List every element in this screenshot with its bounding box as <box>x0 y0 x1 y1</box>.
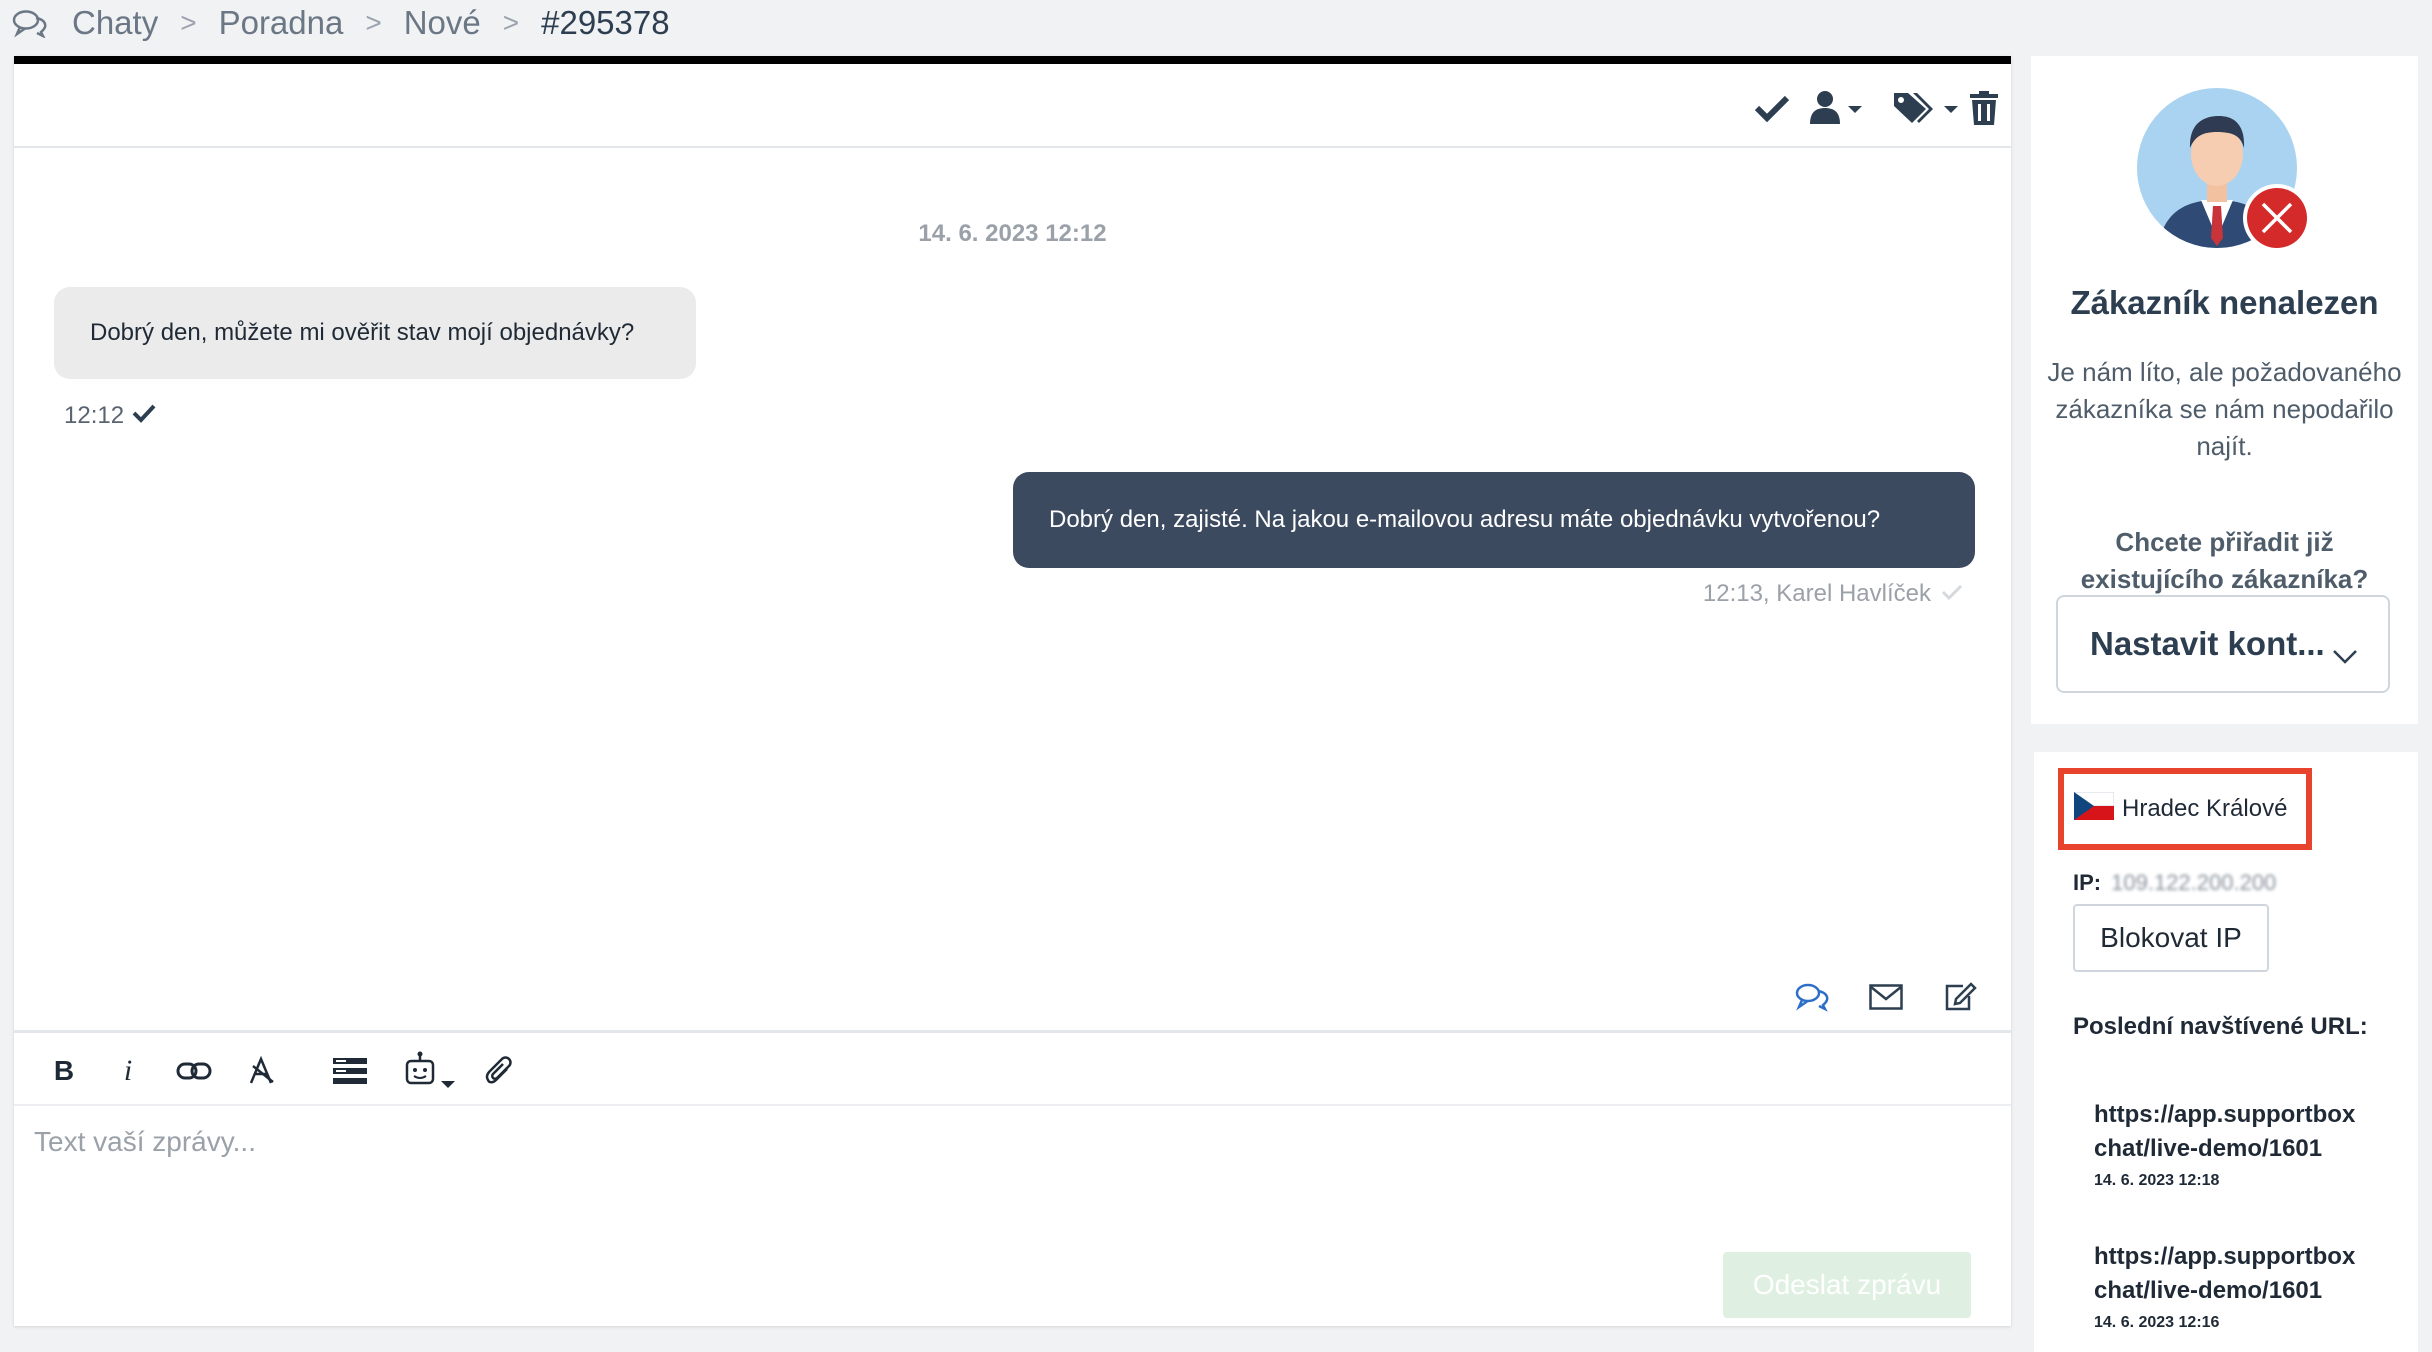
message-text: Dobrý den, zajisté. Na jakou e-mailovou … <box>1049 506 1881 533</box>
bold-button[interactable]: B <box>44 1051 84 1091</box>
message-meta: 12:12 <box>64 402 156 430</box>
visitor-location: Hradec Králové <box>2058 768 2312 850</box>
visited-url-time: 14. 6. 2023 12:18 <box>2094 1172 2220 1189</box>
visited-url-time: 14. 6. 2023 12:16 <box>2094 1314 2220 1331</box>
check-icon[interactable] <box>1754 90 1790 126</box>
visitor-info-card: Hradec Králové IP: 109.122.200.200 Bloko… <box>2034 752 2418 1352</box>
clear-format-icon[interactable] <box>242 1051 282 1091</box>
avatar <box>2137 88 2311 258</box>
breadcrumb-separator: > <box>365 7 382 38</box>
conversation-toolbar <box>14 64 2011 148</box>
customer-not-found-title: Zákazník nenalezen <box>2070 284 2379 321</box>
message-input[interactable] <box>34 1126 1984 1226</box>
envelope-icon[interactable] <box>1869 984 1903 1015</box>
chevron-down-icon <box>2332 635 2358 673</box>
block-ip-button[interactable]: Blokovat IP <box>2073 904 2269 972</box>
visited-url-item: https://app.supportbox chat/live-demo/16… <box>2094 1098 2414 1190</box>
ip-row: IP: 109.122.200.200 <box>2073 870 2276 896</box>
templates-icon[interactable] <box>330 1051 370 1091</box>
date-separator: 14. 6. 2023 12:12 <box>918 220 1107 247</box>
customer-not-found-text: Je nám líto, ale požadovaného zákazníka … <box>2047 357 2402 461</box>
delivered-check-icon <box>132 402 156 430</box>
edit-note-icon[interactable] <box>1943 982 1977 1017</box>
assign-existing-customer-link[interactable]: Chcete přiřadit již existujícího zákazní… <box>2041 524 2408 598</box>
chat-panel: 14. 6. 2023 12:12 Dobrý den, můžete mi o… <box>14 56 2011 1326</box>
message-meta: 12:13, Karel Havlíček <box>1703 580 1963 608</box>
composer-toolbar: B i <box>14 1030 2011 1106</box>
message-time-author: 12:13, Karel Havlíček <box>1702 580 1931 607</box>
ip-label: IP: <box>2073 870 2102 895</box>
breadcrumb: Chaty > Poradna > Nové > #295378 <box>12 0 670 46</box>
visited-url-item: https://app.supportbox chat/live-demo/16… <box>2094 1240 2414 1332</box>
ip-value: 109.122.200.200 <box>2111 870 2277 895</box>
assign-user-icon[interactable] <box>1808 90 1864 126</box>
incoming-message: Dobrý den, můžete mi ověřit stav mojí ob… <box>54 287 696 379</box>
visited-url-link[interactable]: https://app.supportbox chat/live-demo/16… <box>2094 1243 2355 1304</box>
send-message-button[interactable]: Odeslat zprávu <box>1723 1252 1971 1318</box>
chats-icon <box>12 8 48 39</box>
outgoing-message: Dobrý den, zajisté. Na jakou e-mailovou … <box>1013 472 1975 568</box>
breadcrumb-item-ticket: #295378 <box>541 4 670 41</box>
location-city: Hradec Králové <box>2122 795 2288 822</box>
message-text: Dobrý den, můžete mi ověřit stav mojí ob… <box>90 319 635 346</box>
link-icon[interactable] <box>174 1051 214 1091</box>
breadcrumb-item-poradna[interactable]: Poradna <box>219 4 344 42</box>
breadcrumb-separator: > <box>180 7 197 38</box>
sent-check-icon <box>1941 580 1963 608</box>
tags-icon[interactable] <box>1892 90 1960 126</box>
set-contact-select-value: Nastavit kont... <box>2090 625 2325 662</box>
breadcrumb-item-nove[interactable]: Nové <box>404 4 481 42</box>
composer: Odeslat zprávu <box>14 1106 2011 1326</box>
trash-icon[interactable] <box>1969 90 1999 126</box>
message-time: 12:12 <box>64 402 125 429</box>
reply-channel-icons <box>1795 982 1977 1017</box>
breadcrumb-item-chaty[interactable]: Chaty <box>72 4 158 42</box>
breadcrumb-separator: > <box>502 7 520 38</box>
czech-flag-icon <box>2073 791 2115 827</box>
chat-bubbles-icon[interactable] <box>1795 982 1829 1017</box>
italic-button[interactable]: i <box>108 1051 148 1091</box>
bot-icon[interactable] <box>400 1051 462 1091</box>
customer-card: Zákazník nenalezen Je nám líto, ale poža… <box>2031 56 2418 724</box>
visited-url-link[interactable]: https://app.supportbox chat/live-demo/16… <box>2094 1101 2355 1162</box>
last-visited-urls-title: Poslední navštívené URL: <box>2073 1013 2368 1040</box>
attachment-icon[interactable] <box>480 1051 520 1091</box>
set-contact-select[interactable]: Nastavit kont... <box>2056 595 2390 693</box>
